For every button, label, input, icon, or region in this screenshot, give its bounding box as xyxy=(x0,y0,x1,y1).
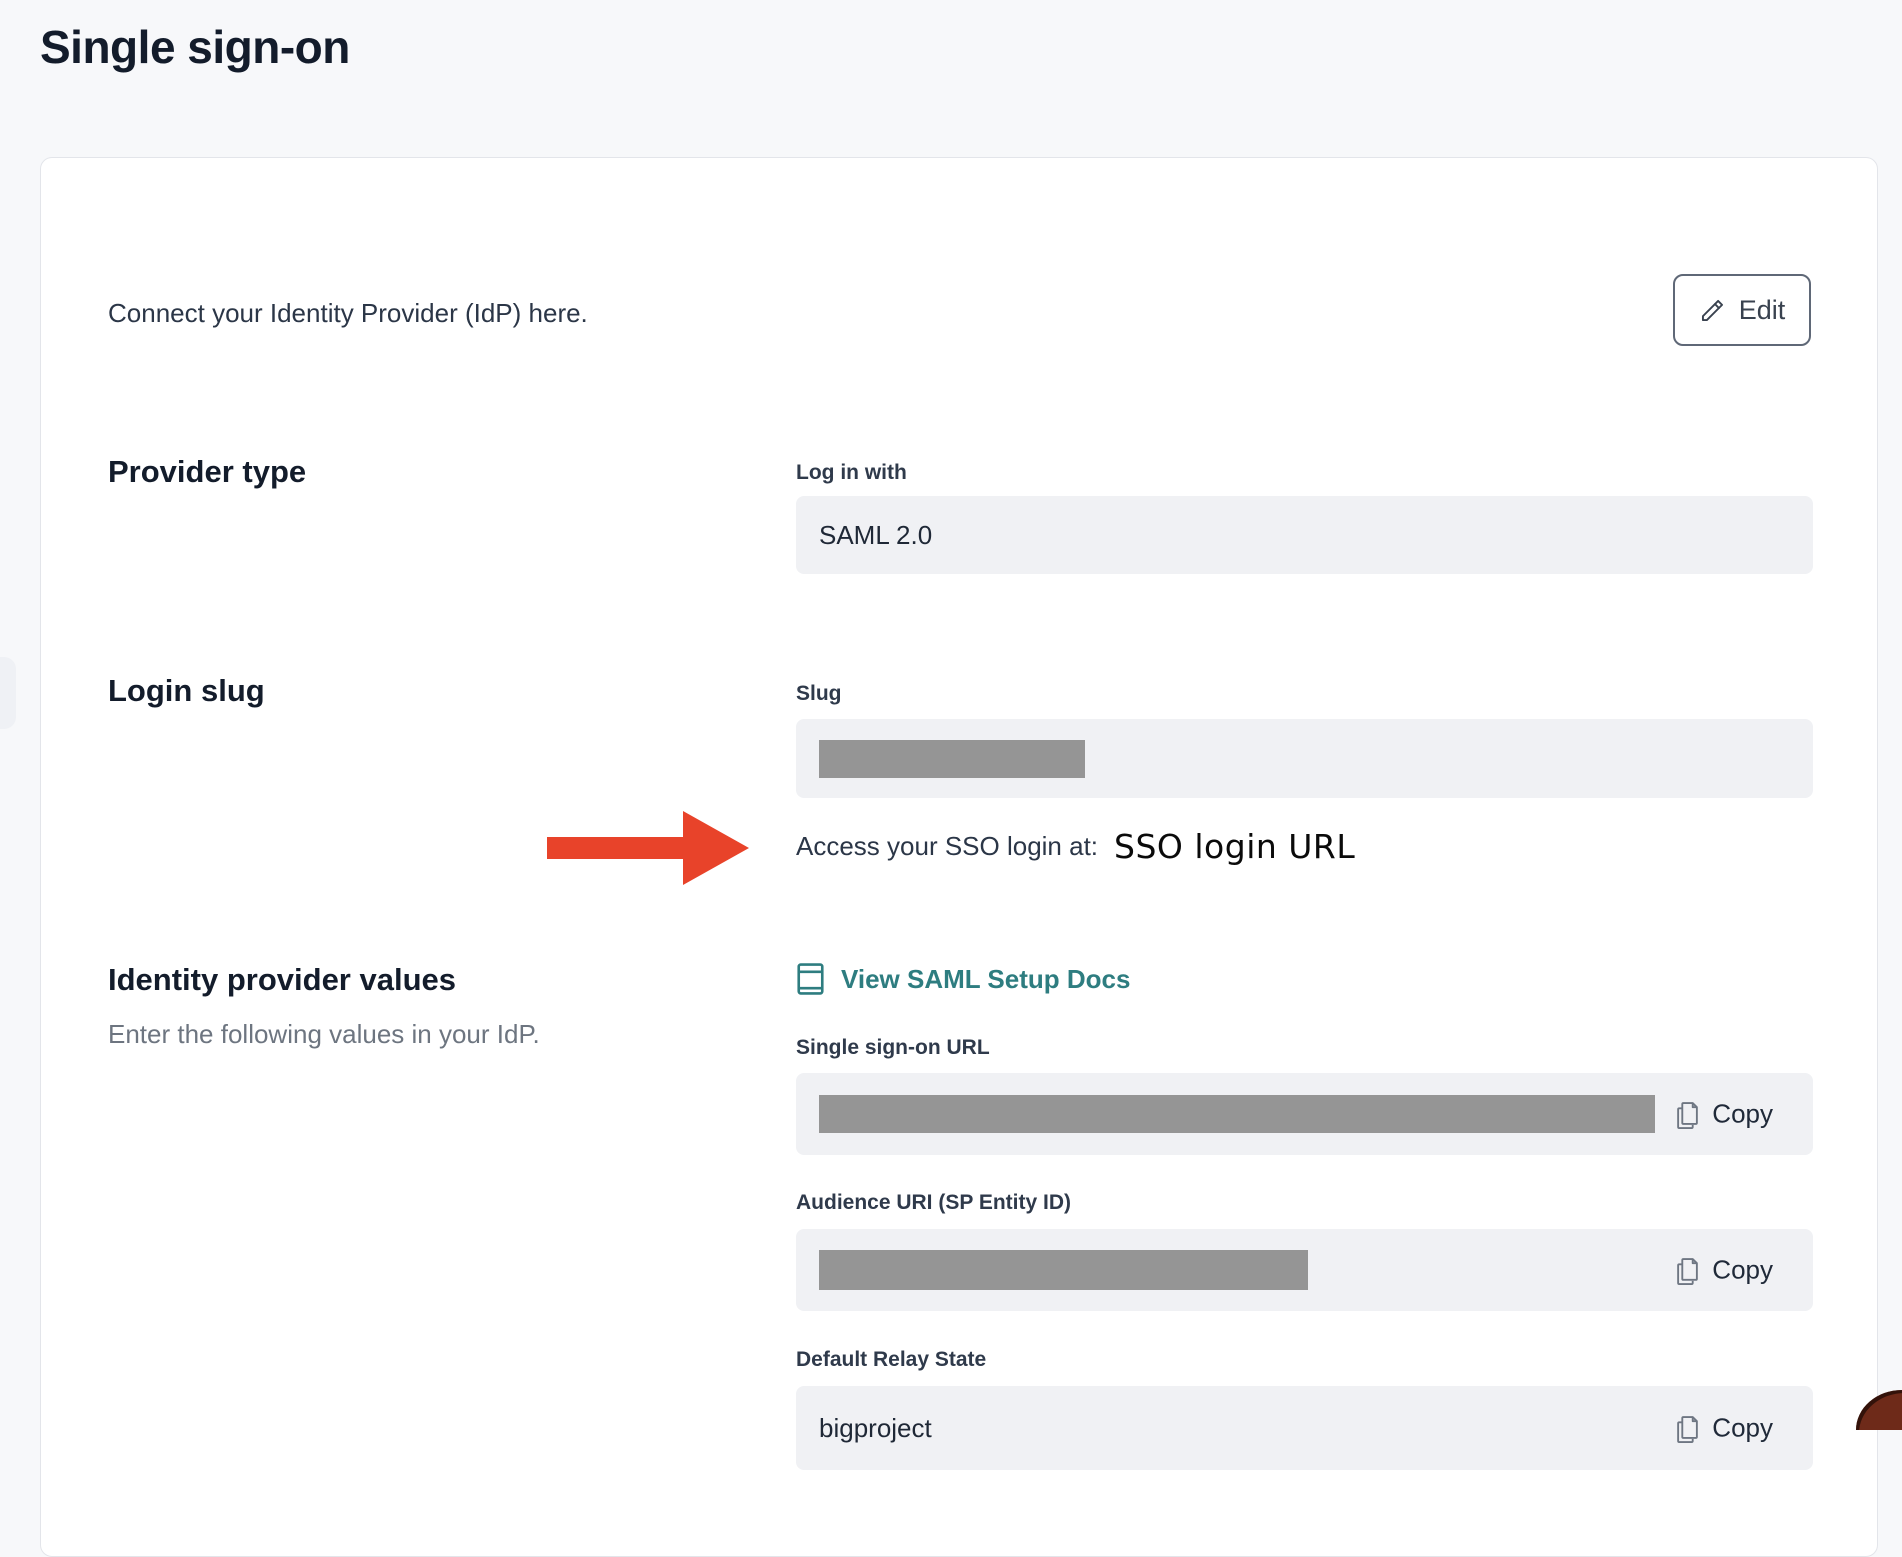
copy-icon xyxy=(1675,1099,1700,1129)
page-title: Single sign-on xyxy=(40,20,350,74)
default-relay-state-value: bigproject xyxy=(819,1413,932,1444)
provider-type-value: SAML 2.0 xyxy=(819,520,932,551)
left-edge-handle xyxy=(0,657,16,729)
edit-button-label: Edit xyxy=(1739,295,1786,326)
saml-docs-link-label: View SAML Setup Docs xyxy=(841,964,1130,995)
sso-settings-card: Connect your Identity Provider (IdP) her… xyxy=(40,157,1878,1557)
audience-uri-label: Audience URI (SP Entity ID) xyxy=(796,1191,1071,1215)
audience-uri-redacted-value xyxy=(819,1250,1308,1290)
saml-docs-link[interactable]: View SAML Setup Docs xyxy=(796,962,1130,996)
provider-type-heading: Provider type xyxy=(108,454,306,490)
sso-url-field: Copy xyxy=(796,1073,1813,1155)
login-with-label: Log in with xyxy=(796,461,907,485)
idp-values-subheading: Enter the following values in your IdP. xyxy=(108,1019,540,1050)
copy-icon xyxy=(1675,1413,1700,1443)
copy-sso-url-button[interactable]: Copy xyxy=(1675,1099,1773,1130)
slug-label: Slug xyxy=(796,682,842,706)
audience-uri-field: Copy xyxy=(796,1229,1813,1311)
provider-type-value-field: SAML 2.0 xyxy=(796,496,1813,574)
slug-value-field xyxy=(796,719,1813,798)
pencil-icon xyxy=(1699,297,1726,324)
copy-button-label: Copy xyxy=(1712,1413,1773,1444)
copy-relay-state-button[interactable]: Copy xyxy=(1675,1413,1773,1444)
copy-icon xyxy=(1675,1255,1700,1285)
docs-icon xyxy=(796,962,825,996)
copy-audience-uri-button[interactable]: Copy xyxy=(1675,1255,1773,1286)
sso-url-label: Single sign-on URL xyxy=(796,1036,990,1060)
copy-button-label: Copy xyxy=(1712,1099,1773,1130)
copy-button-label: Copy xyxy=(1712,1255,1773,1286)
sso-access-prefix: Access your SSO login at: xyxy=(796,831,1098,862)
login-slug-heading: Login slug xyxy=(108,673,265,709)
sso-login-url-annotation: SSO login URL xyxy=(1114,827,1355,866)
default-relay-state-label: Default Relay State xyxy=(796,1348,986,1372)
red-arrow-annotation xyxy=(547,811,749,885)
intro-text: Connect your Identity Provider (IdP) her… xyxy=(108,297,588,330)
idp-values-heading: Identity provider values xyxy=(108,962,456,998)
sso-url-redacted-value xyxy=(819,1095,1655,1133)
default-relay-state-field: bigproject Copy xyxy=(796,1386,1813,1470)
edit-button[interactable]: Edit xyxy=(1673,274,1811,346)
sso-access-row: Access your SSO login at: SSO login URL xyxy=(796,820,1355,872)
slug-redacted-value xyxy=(819,740,1085,778)
sso-settings-page: { "page": { "title": "Single sign-on" },… xyxy=(0,0,1902,1430)
